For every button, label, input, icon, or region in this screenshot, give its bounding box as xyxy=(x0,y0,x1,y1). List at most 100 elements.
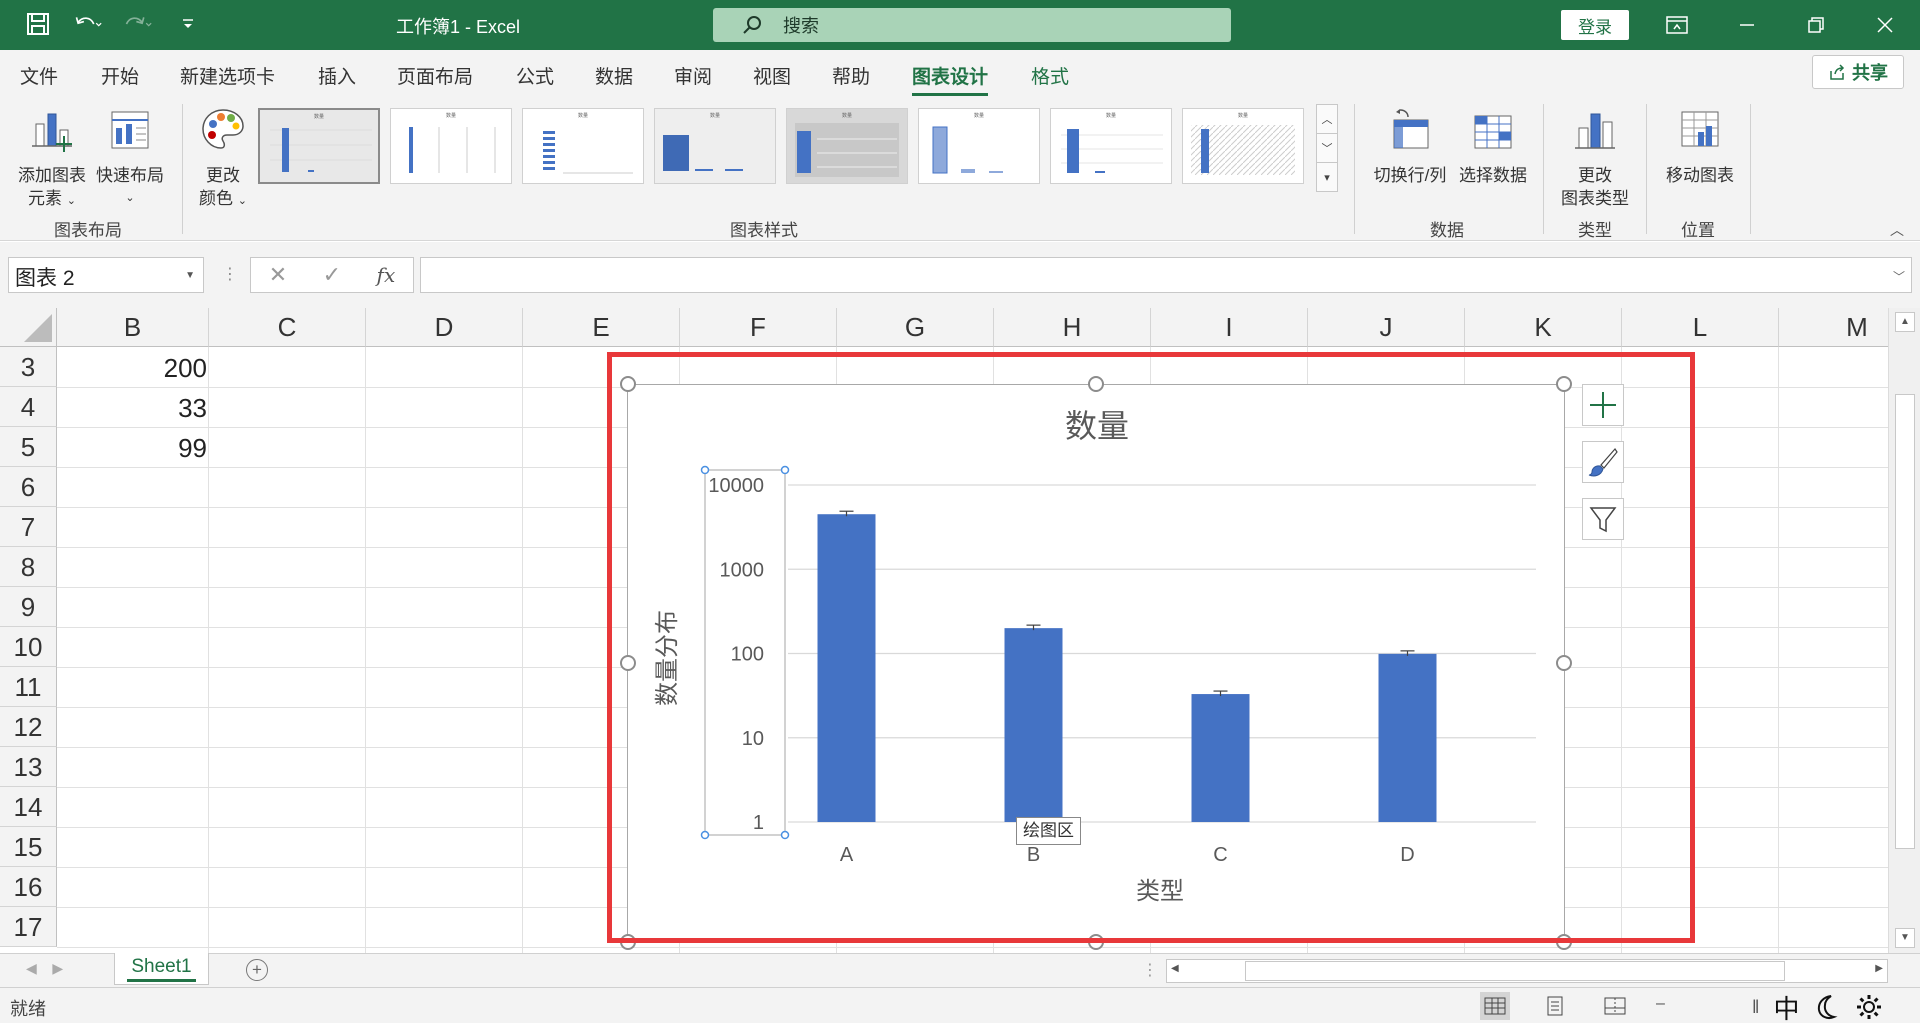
column-header-h[interactable]: H xyxy=(994,308,1151,347)
select-all-button[interactable] xyxy=(0,308,57,347)
column-header-f[interactable]: F xyxy=(680,308,837,347)
vertical-scroll-thumb[interactable] xyxy=(1895,394,1915,849)
tab-chart-design[interactable]: 图表设计 xyxy=(912,62,989,96)
ime-grip[interactable]: ‖ xyxy=(1752,997,1759,1018)
move-chart-button[interactable]: 移动图表 xyxy=(1658,106,1742,187)
formula-bar-grip[interactable]: ⋮ xyxy=(222,264,238,284)
chart-style-1[interactable]: 数量 xyxy=(258,108,380,184)
ribbon-display-options-icon[interactable] xyxy=(1664,12,1690,38)
page-layout-view-icon[interactable] xyxy=(1540,992,1570,1020)
gallery-more-icon[interactable]: ▾ xyxy=(1317,163,1337,191)
change-colors-button[interactable]: 更改 颜色 ⌄ xyxy=(190,106,256,213)
search-box[interactable]: 搜索 xyxy=(713,8,1231,42)
row-header-13[interactable]: 13 xyxy=(0,747,57,787)
normal-view-icon[interactable] xyxy=(1480,992,1510,1020)
chart-style-4[interactable]: 数量 xyxy=(654,108,776,184)
minimize-icon[interactable] xyxy=(1734,12,1760,38)
quick-layout-button[interactable]: 快速布局 ⌄ xyxy=(92,106,168,210)
tab-new-tab[interactable]: 新建选项卡 xyxy=(180,62,275,89)
customize-qat-icon[interactable] xyxy=(174,10,202,38)
sheet-tab-sheet1[interactable]: Sheet1 xyxy=(114,953,209,985)
chart-style-7[interactable]: 数量 xyxy=(1050,108,1172,184)
save-icon[interactable] xyxy=(24,10,52,38)
styles-gallery-scroll[interactable]: ︿ ﹀ ▾ xyxy=(1316,104,1338,192)
row-header-5[interactable]: 5 xyxy=(0,427,57,467)
tab-format[interactable]: 格式 xyxy=(1031,62,1069,89)
column-header-e[interactable]: E xyxy=(523,308,680,347)
gallery-up-icon[interactable]: ︿ xyxy=(1317,105,1337,134)
collapse-ribbon-icon[interactable]: ︿ xyxy=(1890,220,1904,240)
switch-row-column-button[interactable]: 切换行/列 xyxy=(1368,106,1452,187)
cell-b5[interactable]: 99 xyxy=(57,428,209,468)
cell-b3[interactable]: 200 xyxy=(57,348,209,388)
expand-formula-bar-icon[interactable]: ﹀ xyxy=(1893,268,1905,285)
row-header-9[interactable]: 9 xyxy=(0,587,57,627)
horizontal-scrollbar[interactable]: ◀ ▶ xyxy=(1166,959,1888,983)
login-button[interactable]: 登录 xyxy=(1561,10,1629,40)
tab-help[interactable]: 帮助 xyxy=(832,62,870,89)
column-header-k[interactable]: K xyxy=(1465,308,1622,347)
close-icon[interactable] xyxy=(1872,12,1898,38)
page-break-view-icon[interactable] xyxy=(1600,992,1630,1020)
tab-home[interactable]: 开始 xyxy=(101,62,139,89)
scroll-up-icon[interactable]: ▲ xyxy=(1895,312,1915,332)
column-header-c[interactable]: C xyxy=(209,308,366,347)
change-chart-type-button[interactable]: 更改 图表类型 xyxy=(1555,106,1635,210)
tab-view[interactable]: 视图 xyxy=(753,62,791,89)
column-header-d[interactable]: D xyxy=(366,308,523,347)
formula-input[interactable] xyxy=(420,257,1912,293)
row-header-17[interactable]: 17 xyxy=(0,907,57,947)
name-box-dropdown-icon[interactable]: ▼ xyxy=(185,270,195,281)
row-header-6[interactable]: 6 xyxy=(0,467,57,507)
scroll-down-icon[interactable]: ▼ xyxy=(1895,928,1915,948)
scroll-left-icon[interactable]: ◀ xyxy=(1171,963,1179,974)
select-data-button[interactable]: 选择数据 xyxy=(1454,106,1532,187)
row-header-11[interactable]: 11 xyxy=(0,667,57,707)
tab-file[interactable]: 文件 xyxy=(20,62,58,89)
tab-data[interactable]: 数据 xyxy=(595,62,633,89)
row-header-4[interactable]: 4 xyxy=(0,387,57,427)
scroll-right-icon[interactable]: ▶ xyxy=(1875,963,1883,974)
share-button[interactable]: 共享 xyxy=(1812,55,1904,89)
zoom-out-icon[interactable]: – xyxy=(1656,995,1665,1013)
column-header-g[interactable]: G xyxy=(837,308,994,347)
column-header-b[interactable]: B xyxy=(57,308,209,347)
cell-b4[interactable]: 33 xyxy=(57,388,209,428)
tab-review[interactable]: 审阅 xyxy=(674,62,712,89)
add-sheet-icon[interactable]: + xyxy=(246,959,268,981)
enter-icon[interactable]: ✓ xyxy=(323,262,341,288)
gear-icon[interactable] xyxy=(1855,993,1883,1021)
row-header-16[interactable]: 16 xyxy=(0,867,57,907)
column-header-i[interactable]: I xyxy=(1151,308,1308,347)
horizontal-scroll-thumb[interactable] xyxy=(1245,961,1785,981)
moon-icon[interactable] xyxy=(1813,993,1841,1021)
sheet-nav-arrows[interactable]: ◀ ▶ xyxy=(26,960,63,977)
tab-formulas[interactable]: 公式 xyxy=(516,62,554,89)
ime-mode-label[interactable]: 中 xyxy=(1773,989,1799,1026)
row-header-14[interactable]: 14 xyxy=(0,787,57,827)
undo-icon[interactable] xyxy=(74,10,102,38)
chart-style-8[interactable]: 数量 xyxy=(1182,108,1304,184)
add-chart-element-button[interactable]: 添加图表 元素 ⌄ xyxy=(12,106,92,213)
column-header-l[interactable]: L xyxy=(1622,308,1779,347)
restore-icon[interactable] xyxy=(1803,12,1829,38)
redo-icon[interactable] xyxy=(124,10,152,38)
row-header-15[interactable]: 15 xyxy=(0,827,57,867)
column-header-j[interactable]: J xyxy=(1308,308,1465,347)
gallery-down-icon[interactable]: ﹀ xyxy=(1317,134,1337,163)
tab-split-grip[interactable]: ⋮ xyxy=(1142,960,1158,980)
chart-style-3[interactable]: 数量 xyxy=(522,108,644,184)
chart-style-6[interactable]: 数量 xyxy=(918,108,1040,184)
row-header-3[interactable]: 3 xyxy=(0,347,57,387)
row-header-10[interactable]: 10 xyxy=(0,627,57,667)
chart-style-2[interactable]: 数量 xyxy=(390,108,512,184)
vertical-scrollbar[interactable]: ▲ ▼ xyxy=(1888,308,1920,953)
tab-page-layout[interactable]: 页面布局 xyxy=(397,62,473,89)
row-header-8[interactable]: 8 xyxy=(0,547,57,587)
chart-style-5[interactable]: 数量 xyxy=(786,108,908,184)
insert-function-button[interactable]: fx xyxy=(377,263,396,287)
row-header-12[interactable]: 12 xyxy=(0,707,57,747)
name-box[interactable]: 图表 2 ▼ xyxy=(8,257,204,293)
cancel-icon[interactable]: ✕ xyxy=(269,262,287,288)
tab-insert[interactable]: 插入 xyxy=(318,62,356,89)
